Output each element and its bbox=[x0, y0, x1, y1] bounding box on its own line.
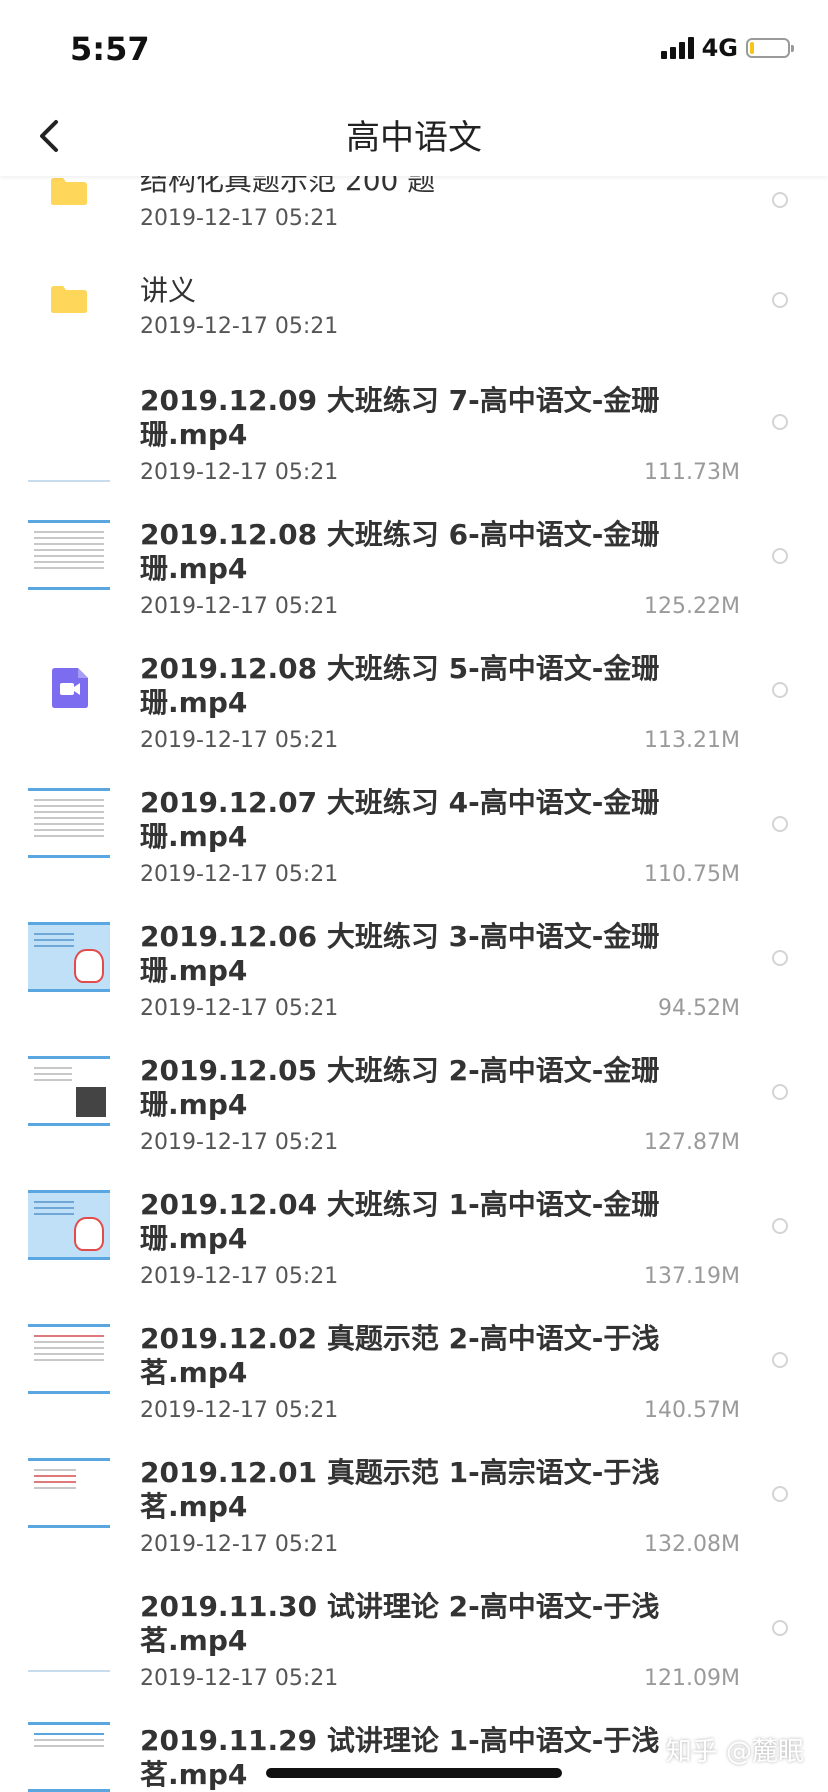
select-radio[interactable] bbox=[772, 1620, 788, 1636]
video-thumbnail bbox=[28, 1190, 110, 1260]
folder-icon bbox=[51, 178, 87, 205]
file-size: 111.73M bbox=[644, 460, 740, 485]
list-item[interactable]: 2019.12.08 大班练习 6-高中语文-金珊珊.mp4 2019-12-1… bbox=[0, 510, 828, 640]
file-name: 2019.12.08 大班练习 5-高中语文-金珊珊.mp4 bbox=[140, 652, 660, 719]
list-item[interactable]: 2019.12.06 大班练习 3-高中语文-金珊珊.mp4 2019-12-1… bbox=[0, 912, 828, 1042]
file-name: 2019.12.02 真题示范 2-高中语文-于浅茗.mp4 bbox=[140, 1322, 660, 1389]
page-title: 高中语文 bbox=[346, 118, 482, 158]
file-name: 2019.12.07 大班练习 4-高中语文-金珊珊.mp4 bbox=[140, 786, 660, 853]
file-date: 2019-12-17 05:21 bbox=[140, 1398, 339, 1423]
file-size: 121.09M bbox=[644, 1666, 740, 1691]
network-type: 4G bbox=[701, 34, 738, 62]
status-time: 5:57 bbox=[70, 30, 150, 68]
list-item[interactable]: 2019.12.07 大班练习 4-高中语文-金珊珊.mp4 2019-12-1… bbox=[0, 778, 828, 908]
battery-icon bbox=[746, 38, 794, 58]
file-date: 2019-12-17 05:21 bbox=[140, 1666, 339, 1691]
select-radio[interactable] bbox=[772, 816, 788, 832]
file-size: 125.22M bbox=[644, 594, 740, 619]
file-name: 2019.12.01 真题示范 1-高宗语文-于浅茗.mp4 bbox=[140, 1456, 660, 1523]
file-size: 140.57M bbox=[644, 1398, 740, 1423]
file-size: 94.52M bbox=[658, 996, 740, 1021]
battery-level bbox=[750, 42, 755, 54]
file-size: 132.08M bbox=[644, 1532, 740, 1557]
status-bar: 5:57 4G bbox=[0, 0, 828, 96]
select-radio[interactable] bbox=[772, 950, 788, 966]
file-date: 2019-12-17 05:21 bbox=[140, 460, 339, 485]
video-thumbnail bbox=[28, 1602, 110, 1672]
video-thumbnail bbox=[28, 922, 110, 992]
file-name: 2019.11.30 试讲理论 2-高中语文-于浅茗.mp4 bbox=[140, 1590, 660, 1657]
select-radio[interactable] bbox=[772, 1352, 788, 1368]
select-radio[interactable] bbox=[772, 414, 788, 430]
select-radio[interactable] bbox=[772, 1084, 788, 1100]
file-size: 127.87M bbox=[644, 1130, 740, 1155]
list-item[interactable]: 2019.12.01 真题示范 1-高宗语文-于浅茗.mp4 2019-12-1… bbox=[0, 1448, 828, 1578]
folder-icon bbox=[51, 286, 87, 313]
file-date: 2019-12-17 05:21 bbox=[140, 1264, 339, 1289]
file-date: 2019-12-17 05:21 bbox=[140, 1130, 339, 1155]
file-date: 2019-12-17 05:21 bbox=[140, 862, 339, 887]
video-thumbnail bbox=[28, 520, 110, 590]
cellular-signal-icon bbox=[660, 37, 694, 59]
select-radio[interactable] bbox=[772, 1218, 788, 1234]
file-date: 2019-12-17 05:21 bbox=[140, 728, 339, 753]
video-thumbnail bbox=[28, 1458, 110, 1528]
select-radio[interactable] bbox=[772, 548, 788, 564]
watermark: 知乎 @麓眠 bbox=[665, 1737, 804, 1767]
status-indicators: 4G bbox=[660, 34, 794, 62]
file-name: 2019.11.29 试讲理论 1-高中语文-于浅茗.mp4 bbox=[140, 1724, 660, 1791]
list-item[interactable]: 2019.12.04 大班练习 1-高中语文-金珊珊.mp4 2019-12-1… bbox=[0, 1180, 828, 1310]
file-date: 2019-12-17 05:21 bbox=[140, 314, 339, 339]
video-thumbnail bbox=[28, 1722, 110, 1792]
file-size: 110.75M bbox=[644, 862, 740, 887]
list-item[interactable]: 2019.11.30 试讲理论 2-高中语文-于浅茗.mp4 2019-12-1… bbox=[0, 1582, 828, 1712]
file-date: 2019-12-17 05:21 bbox=[140, 996, 339, 1021]
list-item[interactable]: 讲义 2019-12-17 05:21 bbox=[0, 258, 828, 368]
list-item[interactable]: 2019.12.05 大班练习 2-高中语文-金珊珊.mp4 2019-12-1… bbox=[0, 1046, 828, 1176]
file-size: 113.21M bbox=[644, 728, 740, 753]
video-thumbnail bbox=[28, 788, 110, 858]
file-date: 2019-12-17 05:21 bbox=[140, 1532, 339, 1557]
file-name: 2019.12.05 大班练习 2-高中语文-金珊珊.mp4 bbox=[140, 1054, 660, 1121]
file-name: 2019.12.08 大班练习 6-高中语文-金珊珊.mp4 bbox=[140, 518, 660, 585]
file-name: 2019.12.06 大班练习 3-高中语文-金珊珊.mp4 bbox=[140, 920, 660, 987]
video-thumbnail bbox=[28, 1056, 110, 1126]
file-name: 2019.12.09 大班练习 7-高中语文-金珊珊.mp4 bbox=[140, 384, 660, 451]
file-name: 讲义 bbox=[140, 274, 197, 307]
file-date: 2019-12-17 05:21 bbox=[140, 206, 339, 231]
video-thumbnail bbox=[28, 1324, 110, 1394]
select-radio[interactable] bbox=[772, 292, 788, 308]
list-item[interactable]: 2019.12.09 大班练习 7-高中语文-金珊珊.mp4 2019-12-1… bbox=[0, 376, 828, 506]
list-item[interactable]: 2019.12.02 真题示范 2-高中语文-于浅茗.mp4 2019-12-1… bbox=[0, 1314, 828, 1444]
video-file-icon bbox=[52, 668, 88, 708]
select-radio[interactable] bbox=[772, 682, 788, 698]
file-name: 2019.12.04 大班练习 1-高中语文-金珊珊.mp4 bbox=[140, 1188, 660, 1255]
video-thumbnail bbox=[28, 412, 110, 482]
list-item[interactable]: 2019.12.08 大班练习 5-高中语文-金珊珊.mp4 2019-12-1… bbox=[0, 644, 828, 774]
select-radio[interactable] bbox=[772, 192, 788, 208]
file-size: 137.19M bbox=[644, 1264, 740, 1289]
select-radio[interactable] bbox=[772, 1486, 788, 1502]
file-date: 2019-12-17 05:21 bbox=[140, 594, 339, 619]
home-indicator bbox=[266, 1768, 562, 1778]
nav-bar: 高中语文 bbox=[0, 96, 828, 176]
